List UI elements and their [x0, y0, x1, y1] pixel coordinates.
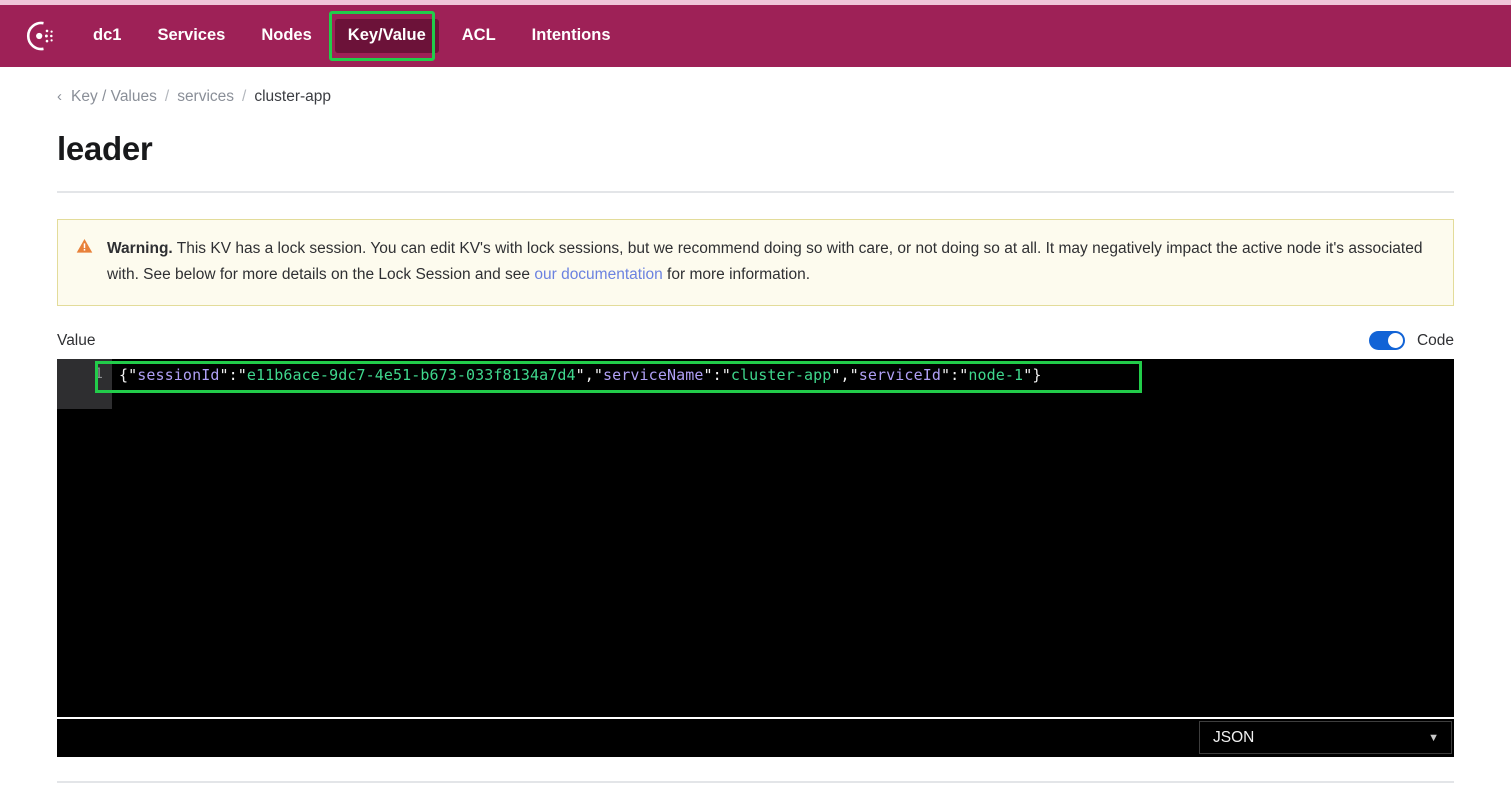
page-content: ‹ Key / Values / services / cluster-app …: [0, 67, 1511, 757]
code-token-punc: ,: [584, 365, 594, 384]
editor-code-line[interactable]: {"sessionId":"e11b6ace-9dc7-4e51-b673-03…: [112, 359, 1041, 389]
breadcrumb-item-key-values[interactable]: Key / Values: [71, 89, 157, 105]
code-token-str: node-1: [968, 365, 1024, 384]
editor-footer: JSON ▼: [57, 719, 1454, 757]
chevron-left-icon[interactable]: ‹: [57, 89, 62, 104]
format-select[interactable]: JSON ▼: [1199, 721, 1452, 755]
code-token-punc: {: [119, 365, 129, 384]
code-token-punc: ": [831, 365, 841, 384]
code-token-str: e11b6ace-9dc7-4e51-b673-033f8134a7d4: [246, 365, 576, 384]
code-token-punc: :: [950, 365, 960, 384]
lock-session-warning: Warning. This KV has a lock session. You…: [57, 218, 1454, 306]
code-token-punc: ": [128, 365, 138, 384]
title-divider: [57, 190, 1454, 193]
code-token-punc: ": [219, 365, 229, 384]
value-header-row: Value Code: [57, 330, 1454, 352]
code-token-punc: ": [237, 365, 247, 384]
nav-item-acl[interactable]: ACL: [449, 19, 509, 53]
code-token-punc: ": [1023, 365, 1033, 384]
code-toggle-switch[interactable]: [1368, 331, 1405, 351]
nav-item-key-value[interactable]: Key/Value: [328, 11, 439, 61]
warning-triangle-icon: [76, 238, 93, 259]
nav-item-services[interactable]: Services: [144, 19, 238, 53]
toggle-knob: [1387, 333, 1403, 349]
code-token-key: serviceName: [603, 365, 704, 384]
code-token-key: sessionId: [137, 365, 220, 384]
code-token-punc: ": [721, 365, 731, 384]
breadcrumb-separator: /: [164, 88, 170, 105]
documentation-link[interactable]: our documentation: [534, 266, 662, 283]
code-token-punc: }: [1032, 365, 1042, 384]
value-code-editor[interactable]: 1 {"sessionId":"e11b6ace-9dc7-4e51-b673-…: [57, 358, 1454, 757]
code-token-punc: ": [575, 365, 585, 384]
breadcrumb-item-services[interactable]: services: [177, 89, 234, 105]
warning-text: Warning. This KV has a lock session. You…: [107, 236, 1435, 288]
chevron-down-icon: ▼: [1428, 731, 1439, 744]
breadcrumb-item-cluster-app[interactable]: cluster-app: [254, 89, 331, 105]
code-token-punc: :: [712, 365, 722, 384]
consul-logo[interactable]: [22, 18, 58, 54]
value-label: Value: [57, 331, 96, 349]
nav-item-intentions[interactable]: Intentions: [519, 19, 624, 53]
code-token-punc: ": [940, 365, 951, 384]
page-bottom-divider: [57, 780, 1454, 783]
code-token-punc: ,: [840, 365, 850, 384]
warning-body-after: for more information.: [662, 265, 811, 283]
breadcrumb: ‹ Key / Values / services / cluster-app: [57, 67, 1454, 105]
code-token-punc: ": [703, 365, 713, 384]
format-select-value: JSON: [1213, 728, 1255, 746]
page-title: leader: [57, 129, 153, 167]
code-toggle-label: Code: [1416, 331, 1454, 349]
code-token-str: cluster-app: [730, 365, 832, 384]
breadcrumb-separator: /: [242, 88, 247, 105]
main-navbar: dc1 Services Nodes Key/Value ACL Intenti…: [0, 5, 1511, 67]
nav-items: dc1 Services Nodes Key/Value ACL Intenti…: [80, 11, 634, 61]
code-toggle-group: Code: [1368, 331, 1454, 351]
code-token-punc: ": [593, 365, 604, 384]
nav-item-nodes[interactable]: Nodes: [248, 19, 324, 53]
warning-label: Warning.: [107, 239, 173, 257]
code-token-punc: ": [849, 365, 859, 384]
code-token-punc: :: [228, 365, 238, 384]
editor-first-line: 1 {"sessionId":"e11b6ace-9dc7-4e51-b673-…: [57, 358, 1454, 409]
editor-line-number-gutter: 1: [57, 358, 112, 409]
nav-item-dc1[interactable]: dc1: [80, 19, 134, 53]
code-token-key: serviceId: [858, 365, 941, 384]
